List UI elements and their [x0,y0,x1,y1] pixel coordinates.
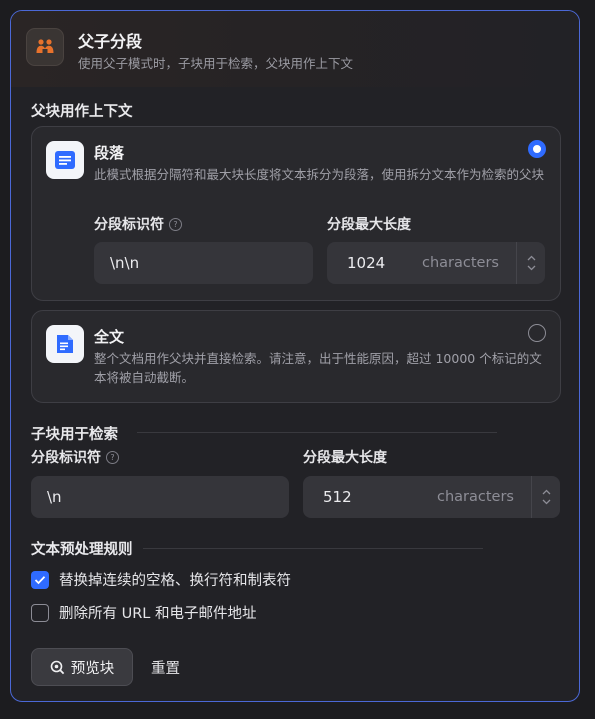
parent-maxlen-input[interactable]: 1024 characters [327,242,545,284]
paragraph-mode-description: 此模式根据分隔符和最大块长度将文本拆分为段落，使用拆分文本作为检索的父块 [94,167,545,182]
child-maxlen-input[interactable]: 512 characters [303,476,560,518]
preview-chunks-button[interactable]: 预览块 [31,648,133,686]
paragraph-mode-radio[interactable] [528,140,546,158]
parent-maxlen-stepper[interactable] [516,242,545,284]
child-delimiter-label-group: 分段标识符 ? [31,447,119,467]
help-icon[interactable]: ? [106,450,119,464]
checkbox-unchecked[interactable] [31,603,49,622]
child-maxlen-stepper[interactable] [531,476,560,518]
child-delimiter-label: 分段标识符 [31,450,101,466]
preview-search-icon [50,660,64,674]
chevron-up-icon[interactable] [527,255,536,261]
fulltext-mode-card[interactable]: 全文 整个文档用作父块并直接检索。请注意，出于性能原因，超过 10000 个标记… [31,310,561,403]
parent-delimiter-value: \n\n [110,254,140,272]
fulltext-mode-title: 全文 [94,328,125,346]
parent-child-settings-panel: 父子分段 使用父子模式时，子块用于检索，父块用作上下文 父块用作上下文 段落 此… [10,10,580,702]
child-maxlen-label: 分段最大长度 [303,450,387,466]
reset-button[interactable]: 重置 [151,648,180,686]
parent-maxlen-value: 1024 [347,254,386,272]
fulltext-mode-radio[interactable] [528,324,546,342]
rule-label: 删除所有 URL 和电子邮件地址 [59,606,257,622]
parent-delimiter-label-group: 分段标识符 ? [94,214,182,234]
parent-maxlen-label: 分段最大长度 [327,217,411,233]
fulltext-mode-description: 整个文档用作父块并直接检索。请注意，出于性能原因，超过 10000 个标记的文本… [94,351,542,385]
parent-delimiter-label: 分段标识符 [94,217,164,233]
parent-section-title: 父块用作上下文 [31,104,133,120]
checkbox-checked[interactable] [31,570,49,589]
parent-maxlen-unit: characters [422,255,499,271]
parent-child-icon [26,28,64,66]
panel-header: 父子分段 使用父子模式时，子块用于检索，父块用作上下文 [11,11,579,87]
paragraph-mode-card[interactable]: 段落 此模式根据分隔符和最大块长度将文本拆分为段落，使用拆分文本作为检索的父块 … [31,126,561,301]
section-divider [137,432,497,433]
chevron-down-icon[interactable] [542,499,551,505]
paragraph-doc-icon [46,141,84,179]
rule-replace-whitespace[interactable]: 替换掉连续的空格、换行符和制表符 [31,569,291,590]
rule-remove-urls[interactable]: 删除所有 URL 和电子邮件地址 [31,602,256,623]
child-maxlen-value: 512 [323,488,352,506]
paragraph-mode-title: 段落 [94,144,125,162]
chevron-down-icon[interactable] [527,265,536,271]
child-maxlen-unit: characters [437,489,514,505]
parent-delimiter-input[interactable]: \n\n [94,242,313,284]
child-section-title: 子块用于检索 [31,427,118,443]
panel-subtitle: 使用父子模式时，子块用于检索，父块用作上下文 [78,56,354,71]
preview-button-label: 预览块 [70,660,115,677]
child-delimiter-input[interactable]: \n [31,476,289,518]
section-divider [143,548,483,549]
fulltext-doc-icon [46,325,84,363]
child-delimiter-value: \n [47,488,62,506]
preprocess-section-title: 文本预处理规则 [31,542,133,558]
help-icon[interactable]: ? [169,217,182,231]
checkmark-icon [34,575,46,584]
rule-label: 替换掉连续的空格、换行符和制表符 [59,573,291,589]
panel-title: 父子分段 [78,32,143,51]
chevron-up-icon[interactable] [542,489,551,495]
